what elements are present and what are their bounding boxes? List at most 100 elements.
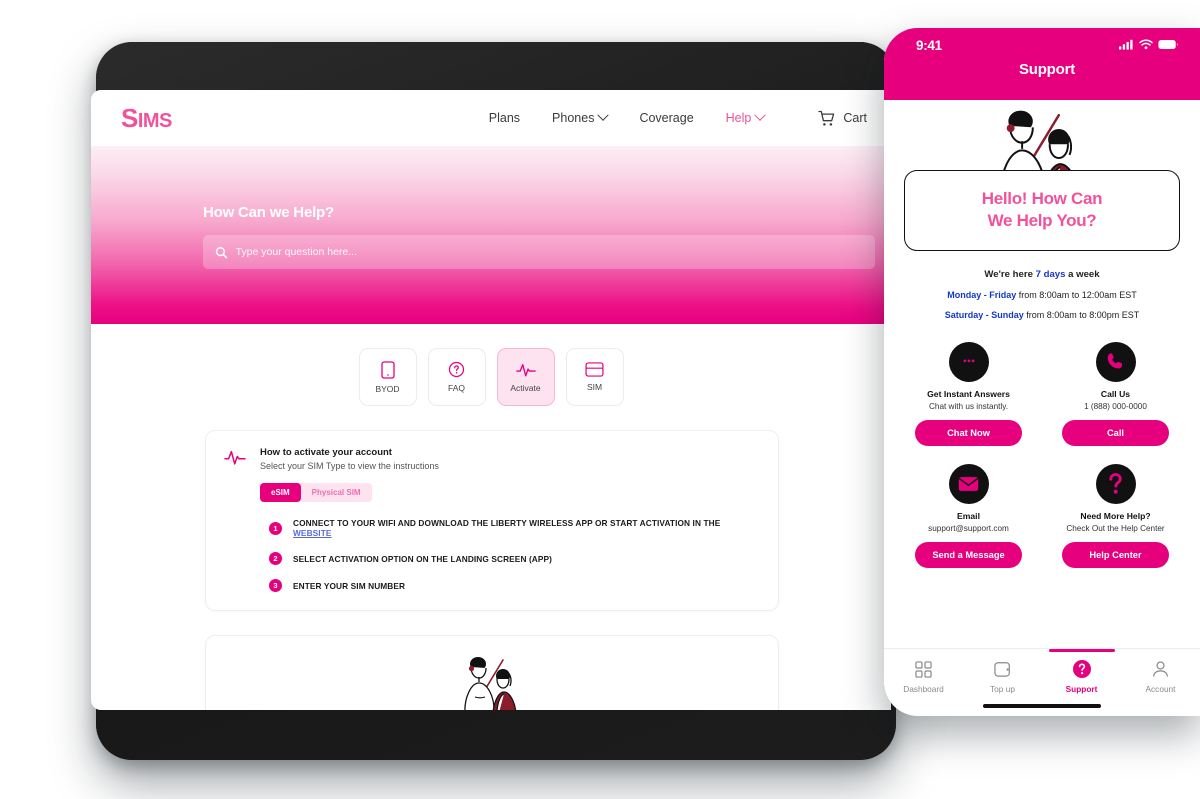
tab-icon-wrap (1042, 659, 1121, 679)
tab-faq[interactable]: FAQ (427, 348, 486, 406)
action-subtitle: 1 (888) 000-0000 (1084, 401, 1147, 411)
question-circle-icon (448, 361, 465, 378)
action-email: Email support@support.com Send a Message (900, 463, 1037, 568)
phone-page-title: Support (1018, 61, 1076, 78)
send-message-button[interactable]: Send a Message (915, 541, 1022, 568)
nav-item-coverage[interactable]: Coverage (639, 111, 693, 125)
action-chat: Get Instant Answers Chat with us instant… (900, 341, 1037, 446)
activity-pulse-icon (515, 363, 536, 376)
wifi-icon (1139, 39, 1153, 50)
nav-item-help[interactable]: Help (725, 109, 767, 125)
tab-label: Activate (510, 382, 541, 393)
screenshot-stage: SIMS Plans Phones Coverage Help Cart How… (0, 0, 1200, 799)
action-subtitle: Chat with us instantly. (928, 401, 1009, 411)
cart-label: Cart (843, 111, 867, 125)
person-icon (1153, 661, 1168, 677)
nav-label: Help (725, 111, 752, 125)
hello-line-2: We Help You? (987, 211, 1097, 231)
action-title: Email (957, 510, 980, 521)
phone-call-icon (1107, 353, 1123, 369)
site-header: SIMS Plans Phones Coverage Help Cart (91, 90, 891, 146)
tab-activate[interactable]: Activate (496, 348, 555, 406)
hours-time: from 8:00am to 8:00pm EST (1023, 309, 1140, 320)
hello-line-1: Hello! How Can (981, 189, 1103, 208)
envelope-icon (958, 477, 979, 491)
chat-bubble-icon (958, 353, 979, 371)
hours-time: from 8:00am to 12:00am EST (1016, 289, 1137, 300)
activate-instructions-card: How to activate your account Select your… (205, 430, 779, 611)
site-logo[interactable]: SIMS (121, 103, 172, 134)
wallet-icon (994, 661, 1010, 677)
main-nav: Plans Phones Coverage Help Cart (489, 109, 867, 127)
hours-headline-accent: 7 days (1035, 268, 1066, 280)
action-title: Need More Help? (1080, 510, 1151, 521)
step-text: SELECT ACTIVATION OPTION ON THE LANDING … (293, 553, 553, 564)
icon-circle (948, 341, 989, 382)
action-help-center: Need More Help? Check Out the Help Cente… (1047, 463, 1184, 568)
question-circle-filled-icon (1072, 660, 1091, 678)
nav-item-plans[interactable]: Plans (489, 111, 520, 125)
icon-circle (948, 463, 989, 504)
tab-support[interactable]: Support (1042, 659, 1121, 694)
chevron-down-icon (754, 109, 767, 121)
hours-headline-pre: We're here (984, 268, 1036, 280)
step-item: 2 SELECT ACTIVATION OPTION ON THE LANDIN… (260, 552, 760, 565)
card-icon-wrap (224, 447, 246, 592)
card-title: How to activate your account (260, 447, 392, 458)
website-link[interactable]: WEBSITE (293, 528, 332, 538)
hours-days: Monday - Friday (947, 289, 1017, 300)
battery-icon (1158, 39, 1178, 50)
hero-search-bar[interactable] (203, 235, 875, 269)
support-actions-grid: Get Instant Answers Chat with us instant… (900, 341, 1184, 568)
tab-label: Dashboard (903, 684, 944, 694)
cart-button[interactable]: Cart (818, 110, 867, 127)
action-subtitle: support@support.com (928, 523, 1009, 533)
grid-icon (915, 660, 932, 678)
tab-label: SIM (586, 382, 603, 392)
tab-dashboard[interactable]: Dashboard (884, 659, 963, 694)
search-input[interactable] (235, 246, 863, 258)
segment-physical-sim[interactable]: Physical SIM (301, 483, 372, 502)
tab-label: FAQ (447, 383, 465, 393)
card-body: How to activate your account Select your… (260, 447, 760, 592)
action-title: Get Instant Answers (927, 388, 1010, 399)
hours-headline-post: a week (1065, 268, 1100, 280)
hello-card: Hello! How Can We Help You? (904, 170, 1180, 251)
tab-topup[interactable]: Top up (963, 659, 1042, 694)
search-icon (215, 246, 228, 258)
nav-label: Phones (552, 111, 595, 125)
tab-icon-wrap (1121, 659, 1200, 679)
hours-headline: We're here 7 days a week (884, 269, 1200, 280)
two-people-illustration (464, 657, 517, 710)
tab-account[interactable]: Account (1121, 659, 1200, 694)
step-item: 1 CONNECT TO YOUR WIFI AND DOWNLOAD THE … (260, 518, 760, 538)
phone-icon (380, 360, 395, 379)
segment-esim[interactable]: eSIM (260, 483, 301, 502)
sim-card-icon (585, 362, 604, 377)
help-illustration-wrap (206, 654, 778, 710)
help-center-button[interactable]: Help Center (1062, 541, 1169, 568)
icon-circle (1095, 341, 1136, 382)
action-title: Call Us (1100, 388, 1131, 399)
tab-icon-wrap (963, 659, 1042, 679)
signal-bars-icon (1119, 39, 1133, 50)
tab-label: Support (1065, 684, 1098, 694)
shopping-cart-icon (818, 110, 835, 126)
hours-row: Monday - Friday from 8:00am to 12:00am E… (884, 290, 1200, 300)
tab-sim[interactable]: SIM (565, 348, 624, 406)
card-subtitle: Select your SIM Type to view the instruc… (260, 461, 439, 471)
step-item: 3 ENTER YOUR SIM NUMBER (260, 579, 760, 592)
call-button[interactable]: Call (1062, 419, 1169, 446)
action-call: Call Us 1 (888) 000-0000 Call (1047, 341, 1184, 446)
activity-pulse-icon (224, 450, 246, 465)
step-number: 3 (269, 579, 282, 592)
nav-item-phones[interactable]: Phones (552, 109, 610, 125)
question-mark-icon (1109, 472, 1122, 494)
steps-list: 1 CONNECT TO YOUR WIFI AND DOWNLOAD THE … (260, 518, 760, 592)
step-number: 2 (269, 552, 282, 565)
chat-now-button[interactable]: Chat Now (915, 419, 1022, 446)
step-text: CONNECT TO YOUR WIFI AND DOWNLOAD THE LI… (293, 518, 760, 538)
hours-row: Saturday - Sunday from 8:00am to 8:00pm … (884, 310, 1200, 320)
support-category-tabs: BYOD FAQ Activate SIM (91, 324, 891, 406)
tab-byod[interactable]: BYOD (358, 348, 417, 406)
